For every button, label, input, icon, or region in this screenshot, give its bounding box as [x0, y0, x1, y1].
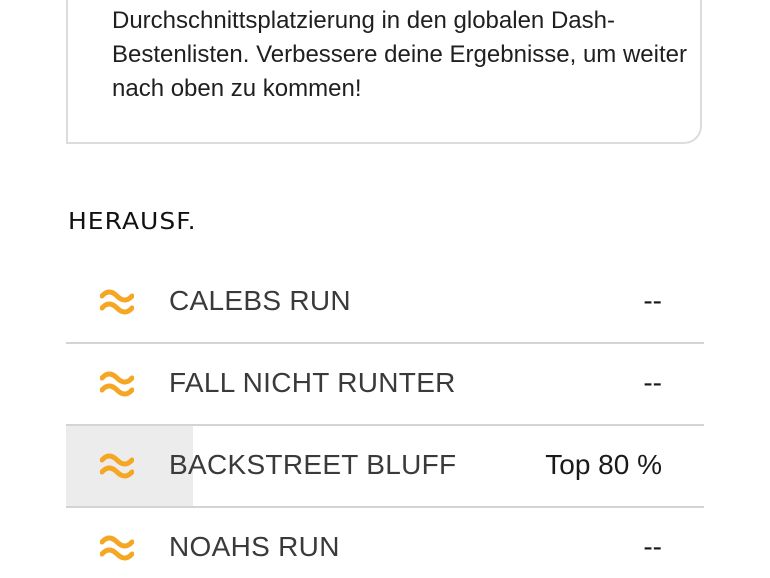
- challenge-name: FALL NICHT RUNTER: [169, 367, 456, 398]
- info-card: Durchschnittsplatzierung in den globalen…: [66, 0, 702, 144]
- challenge-name: NOAHS RUN: [169, 531, 340, 562]
- challenge-name: BACKSTREET BLUFF: [169, 449, 457, 480]
- challenge-row-calebs-run[interactable]: CALEBS RUN --: [66, 262, 704, 344]
- dash-wave-icon: [100, 535, 134, 561]
- dash-wave-icon: [100, 371, 134, 397]
- challenge-row-fall-nicht-runter[interactable]: FALL NICHT RUNTER --: [66, 344, 704, 426]
- challenge-rank: --: [643, 531, 662, 562]
- challenge-row-noahs-run[interactable]: NOAHS RUN --: [66, 508, 704, 578]
- challenge-row-backstreet-bluff[interactable]: BACKSTREET BLUFF Top 80 %: [66, 426, 704, 508]
- dash-wave-icon: [100, 289, 134, 315]
- section-title: HERAUSF.: [68, 208, 197, 235]
- challenge-rank: --: [643, 367, 662, 398]
- info-text: Durchschnittsplatzierung in den globalen…: [112, 7, 687, 102]
- challenge-rank: Top 80 %: [545, 449, 662, 480]
- challenge-name: CALEBS RUN: [169, 285, 351, 316]
- challenge-list: CALEBS RUN -- FALL NICHT RUNTER -- BACKS…: [66, 262, 704, 578]
- dash-challenges-screen: Durchschnittsplatzierung in den globalen…: [0, 0, 770, 578]
- dash-wave-icon: [100, 453, 134, 479]
- challenge-rank: --: [643, 285, 662, 316]
